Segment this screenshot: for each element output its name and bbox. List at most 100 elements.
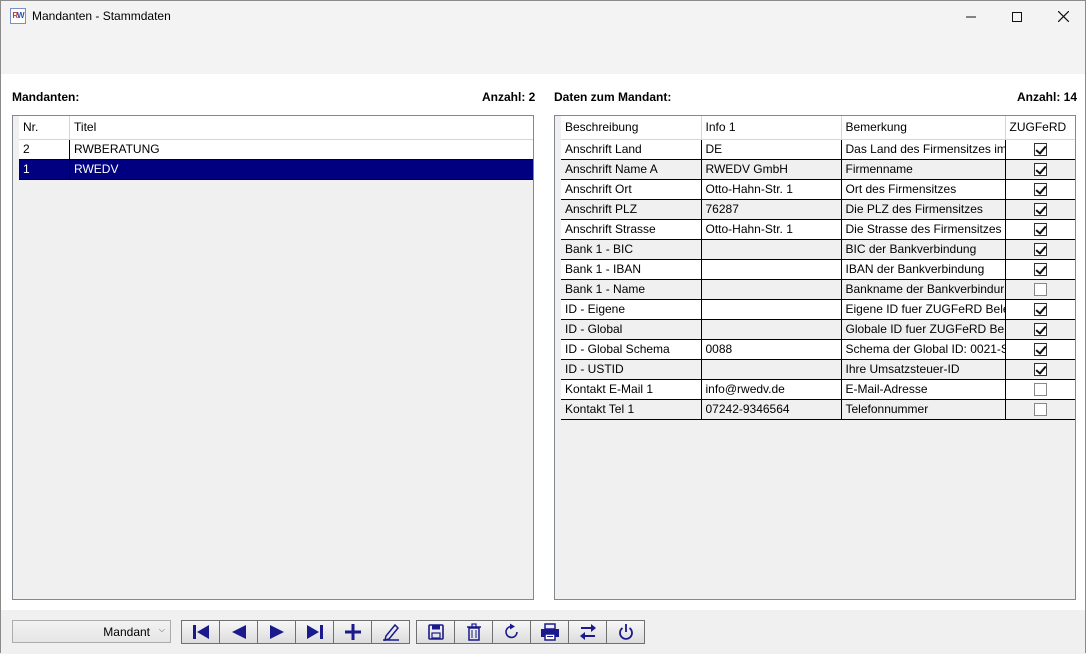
cell-zugferd: [1005, 159, 1075, 180]
zugferd-checkbox[interactable]: [1033, 323, 1047, 337]
cell-bemerkung: Bankname der Bankverbindur: [841, 279, 1006, 300]
zugferd-checkbox[interactable]: [1033, 243, 1047, 257]
cell-zugferd: [1005, 319, 1075, 340]
next-record-button[interactable]: [257, 620, 296, 644]
minimize-button[interactable]: [948, 1, 994, 32]
cell-info: 76287: [701, 199, 842, 220]
cell-beschreibung: Kontakt Tel 1: [561, 399, 702, 420]
column-header-nr[interactable]: Nr.: [19, 116, 71, 140]
table-row[interactable]: Kontakt E-Mail 1 info@rwedv.de E-Mail-Adre…: [561, 379, 1075, 400]
table-row[interactable]: 2 RWBERATUNG: [19, 139, 533, 160]
mandanten-count: Anzahl: 2: [482, 90, 536, 104]
daten-table: Beschreibung Info 1 Bemerkung ZUGFeRD An…: [561, 116, 1075, 420]
previous-icon: [231, 625, 246, 639]
ribbon-area: [1, 32, 1085, 74]
cell-bemerkung: Das Land des Firmensitzes im: [841, 139, 1006, 160]
chevron-down-icon: ⌵: [158, 625, 165, 634]
zugferd-checkbox[interactable]: [1033, 283, 1047, 297]
print-button[interactable]: [530, 620, 569, 644]
zugferd-checkbox[interactable]: [1033, 143, 1047, 157]
exit-button[interactable]: [606, 620, 645, 644]
cell-beschreibung: ID - USTID: [561, 359, 702, 380]
cell-info: [701, 319, 842, 340]
cell-bemerkung: Die Strasse des Firmensitzes: [841, 219, 1006, 240]
mode-select[interactable]: Mandant ⌵: [12, 620, 171, 643]
cell-titel: RWBERATUNG: [69, 139, 533, 160]
zugferd-checkbox[interactable]: [1033, 203, 1047, 217]
maximize-button[interactable]: [994, 1, 1040, 32]
table-row[interactable]: Bank 1 - BIC BIC der Bankverbindung: [561, 239, 1075, 260]
refresh-button[interactable]: [492, 620, 531, 644]
mandanten-grid[interactable]: Nr. Titel 2 RWBERATUNG 1 RWEDV: [12, 115, 534, 600]
cell-info: [701, 359, 842, 380]
zugferd-checkbox[interactable]: [1033, 183, 1047, 197]
table-row[interactable]: Bank 1 - IBAN IBAN der Bankverbindung: [561, 259, 1075, 280]
cell-beschreibung: Anschrift Land: [561, 139, 702, 160]
table-row[interactable]: ID - Global Globale ID fuer ZUGFeRD Bele: [561, 319, 1075, 340]
mandanten-table: Nr. Titel 2 RWBERATUNG 1 RWEDV: [19, 116, 533, 180]
cell-info: 07242-9346564: [701, 399, 842, 420]
cell-beschreibung: Anschrift Strasse: [561, 219, 702, 240]
floppy-icon: [427, 624, 444, 640]
header-row: Nr. Titel: [19, 116, 533, 140]
zugferd-checkbox[interactable]: [1033, 303, 1047, 317]
zugferd-checkbox[interactable]: [1033, 343, 1047, 357]
column-header-titel[interactable]: Titel: [69, 116, 533, 140]
edit-button[interactable]: [371, 620, 410, 644]
column-header-beschreibung[interactable]: Beschreibung: [561, 116, 702, 140]
switch-button[interactable]: [568, 620, 607, 644]
cell-bemerkung: Telefonnummer: [841, 399, 1006, 420]
cell-info: info@rwedv.de: [701, 379, 842, 400]
main-content: Mandanten: Anzahl: 2 Nr. Titel 2 RWBERAT…: [1, 74, 1085, 610]
table-row-selected[interactable]: 1 RWEDV: [19, 159, 533, 180]
last-record-button[interactable]: [295, 620, 334, 644]
table-row[interactable]: Anschrift Land DE Das Land des Firmensitze…: [561, 139, 1075, 160]
cell-info: DE: [701, 139, 842, 160]
power-icon: [618, 624, 633, 640]
cell-nr: 1: [19, 159, 71, 180]
column-header-zugferd[interactable]: ZUGFeRD: [1005, 116, 1075, 140]
save-button[interactable]: [416, 620, 455, 644]
zugferd-checkbox[interactable]: [1033, 263, 1047, 277]
previous-record-button[interactable]: [219, 620, 258, 644]
cell-zugferd: [1005, 259, 1075, 280]
zugferd-checkbox[interactable]: [1033, 383, 1047, 397]
cell-info: RWEDV GmbH: [701, 159, 842, 180]
column-header-info1[interactable]: Info 1: [701, 116, 842, 140]
zugferd-checkbox[interactable]: [1033, 163, 1047, 177]
cell-beschreibung: ID - Eigene: [561, 299, 702, 320]
delete-button[interactable]: [454, 620, 493, 644]
app-logo-icon: RW: [10, 8, 26, 24]
first-icon: [192, 625, 209, 639]
table-row[interactable]: ID - Global Schema 0088 Schema der Global …: [561, 339, 1075, 360]
table-row[interactable]: ID - USTID Ihre Umsatzsteuer-ID: [561, 359, 1075, 380]
cell-zugferd: [1005, 179, 1075, 200]
table-row[interactable]: Anschrift Name A RWEDV GmbH Firmenname: [561, 159, 1075, 180]
table-row[interactable]: Bank 1 - Name Bankname der Bankverbindur: [561, 279, 1075, 300]
cell-info: 0088: [701, 339, 842, 360]
cell-zugferd: [1005, 279, 1075, 300]
close-button[interactable]: [1040, 1, 1086, 32]
cell-beschreibung: Anschrift Name A: [561, 159, 702, 180]
navigation-group: [181, 620, 410, 644]
table-row[interactable]: Anschrift Ort Otto-Hahn-Str. 1 Ort des Fir…: [561, 179, 1075, 200]
daten-count: Anzahl: 14: [1017, 90, 1078, 104]
table-row[interactable]: ID - Eigene Eigene ID fuer ZUGFeRD Bele(: [561, 299, 1075, 320]
cell-zugferd: [1005, 219, 1075, 240]
table-row[interactable]: Kontakt Tel 1 07242-9346564 Telefonnummer: [561, 399, 1075, 420]
first-record-button[interactable]: [181, 620, 220, 644]
cell-zugferd: [1005, 139, 1075, 160]
cell-bemerkung: BIC der Bankverbindung: [841, 239, 1006, 260]
daten-grid[interactable]: Beschreibung Info 1 Bemerkung ZUGFeRD An…: [554, 115, 1076, 600]
cell-titel: RWEDV: [69, 159, 533, 180]
zugferd-checkbox[interactable]: [1033, 403, 1047, 417]
column-header-bemerkung[interactable]: Bemerkung: [841, 116, 1006, 140]
zugferd-checkbox[interactable]: [1033, 363, 1047, 377]
header-row: Beschreibung Info 1 Bemerkung ZUGFeRD: [561, 116, 1075, 140]
table-row[interactable]: Anschrift Strasse Otto-Hahn-Str. 1 Die Str…: [561, 219, 1075, 240]
daten-label: Daten zum Mandant:: [554, 90, 672, 104]
cell-info: Otto-Hahn-Str. 1: [701, 179, 842, 200]
zugferd-checkbox[interactable]: [1033, 223, 1047, 237]
add-button[interactable]: [333, 620, 372, 644]
table-row[interactable]: Anschrift PLZ 76287 Die PLZ des Firmensitz…: [561, 199, 1075, 220]
